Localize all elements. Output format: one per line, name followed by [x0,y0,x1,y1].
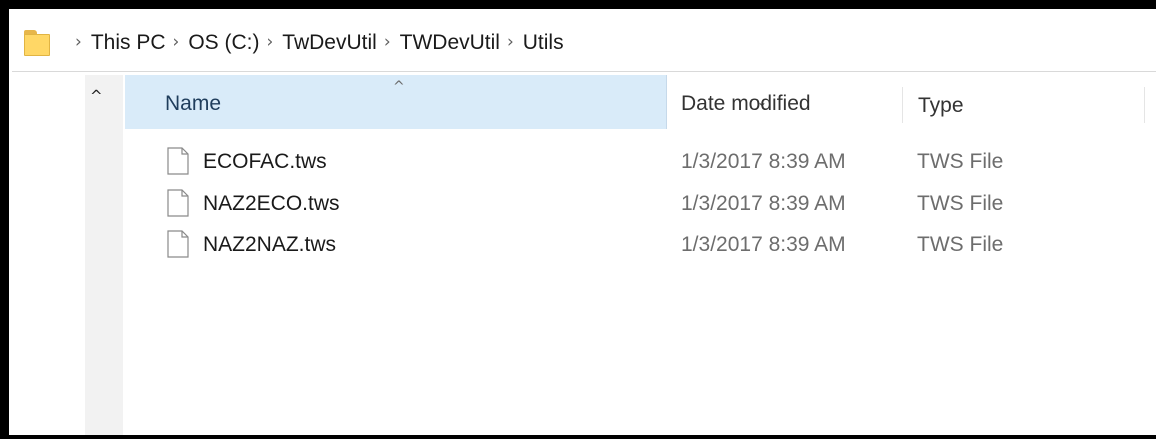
file-icon [167,189,189,217]
screenshot-frame: › This PC › OS (C:) › TwDevUtil › TWDevU… [0,0,1156,439]
chevron-right-icon[interactable]: › [75,34,82,51]
file-name: NAZ2NAZ.tws [203,233,337,256]
sort-ascending-icon: ^ [393,79,405,95]
folder-icon [24,29,58,56]
chevron-right-icon[interactable]: › [266,34,273,51]
list-item[interactable]: NAZ2ECO.tws 1/3/2017 8:39 AM TWS File [125,185,1155,225]
file-type: TWS File [917,150,1004,173]
file-icon [167,147,189,175]
explorer-window: › This PC › OS (C:) › TwDevUtil › TWDevU… [9,9,1156,435]
chevron-right-icon[interactable]: › [384,34,391,51]
breadcrumb-item-twdevutil-sub[interactable]: TWDevUtil [400,31,500,55]
navigation-pane: ^ [85,75,123,435]
column-divider[interactable] [1144,87,1145,123]
breadcrumb-item-utils[interactable]: Utils [523,31,564,55]
chevron-right-icon[interactable]: › [507,34,514,51]
list-item[interactable]: ECOFAC.tws 1/3/2017 8:39 AM TWS File [125,143,1155,183]
file-type: TWS File [917,192,1004,215]
list-item[interactable]: NAZ2NAZ.tws 1/3/2017 8:39 AM TWS File [125,226,1155,266]
column-header-name[interactable]: ^ Name ⌄ [125,75,767,129]
file-date-modified: 1/3/2017 8:39 AM [681,192,846,215]
file-date-modified: 1/3/2017 8:39 AM [681,150,846,173]
file-icon [167,230,189,258]
column-header-type[interactable]: Type [903,75,1143,129]
column-header-name-label: Name [165,92,222,115]
chevron-right-icon[interactable]: › [173,34,180,51]
file-type: TWS File [917,233,1004,256]
column-header-date-modified[interactable]: Date modified [667,75,902,129]
breadcrumb-item-this-pc[interactable]: This PC [91,31,166,55]
column-header-type-label: Type [918,94,964,117]
breadcrumb-item-twdevutil[interactable]: TwDevUtil [282,31,377,55]
breadcrumb-item-os-c[interactable]: OS (C:) [188,31,259,55]
chevron-up-icon[interactable]: ^ [90,87,103,105]
file-name: NAZ2ECO.tws [203,192,340,215]
file-date-modified: 1/3/2017 8:39 AM [681,233,846,256]
file-name: ECOFAC.tws [203,150,327,173]
column-header-date-label: Date modified [681,92,811,115]
breadcrumb[interactable]: › This PC › OS (C:) › TwDevUtil › TWDevU… [12,14,1156,72]
